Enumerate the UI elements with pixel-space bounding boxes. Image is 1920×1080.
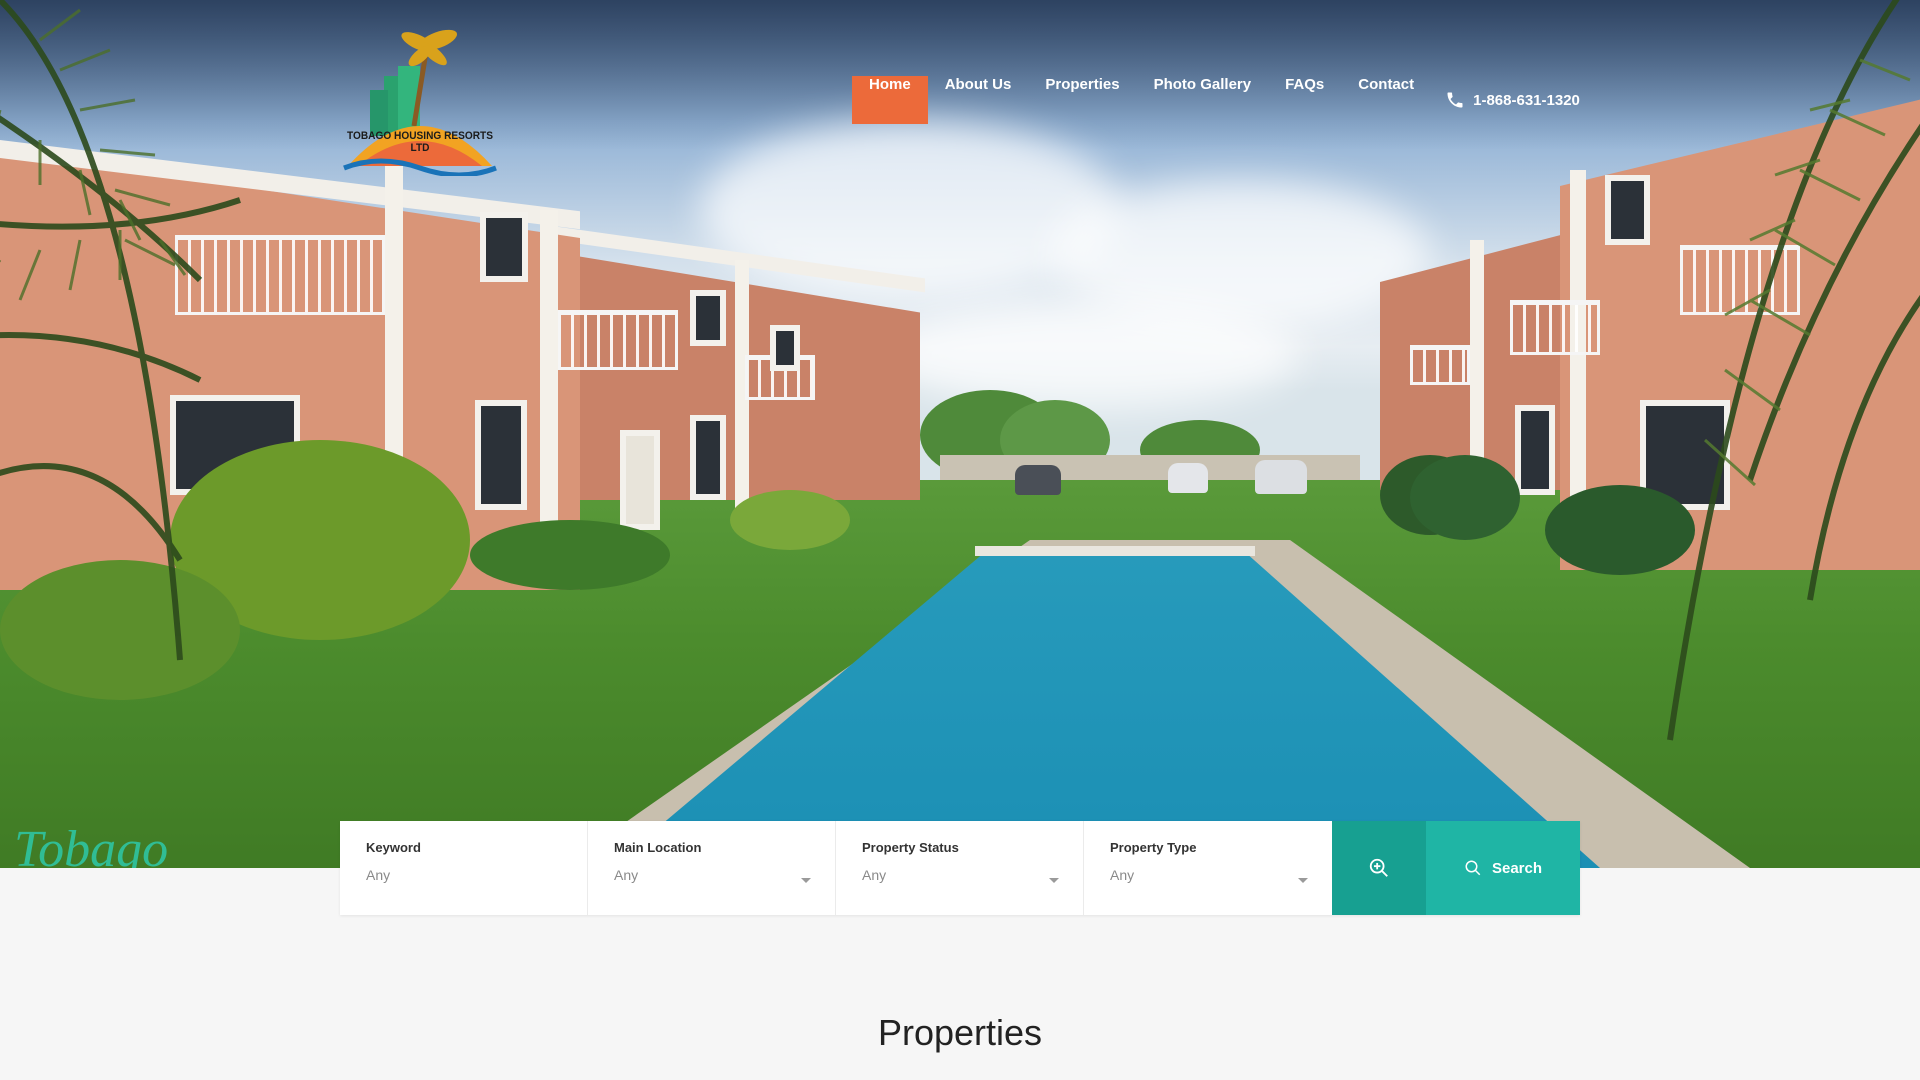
chevron-down-icon [801,878,811,883]
property-search-form: Keyword Main Location Any Property Statu… [340,821,1580,915]
main-location-label: Main Location [614,840,702,855]
section-title: Properties [877,1012,1043,1053]
door [620,430,660,530]
shrub [1410,455,1520,540]
property-status-label: Property Status [862,840,959,855]
window [1515,405,1555,495]
palm-fronds-left [0,0,241,661]
nav-item-photo-gallery[interactable]: Photo Gallery [1137,76,1269,124]
search-button[interactable]: Search [1426,821,1580,915]
nav-item-about-us[interactable]: About Us [928,76,1029,124]
property-status-select[interactable]: Property Status Any [836,821,1084,915]
parked-car [1255,460,1307,494]
logo-text: TOBAGO HOUSING RESORTS LTD [346,130,493,154]
phone-number: 1-868-631-1320 [1473,91,1580,109]
search-icon [1465,860,1481,876]
shrub [470,520,670,590]
window [480,212,528,282]
hero-banner: Tobago [0,0,1920,868]
cloud [880,300,1300,410]
balcony-railing [1510,300,1600,355]
column [1470,240,1484,490]
column [540,210,558,540]
phone-icon [1447,92,1463,108]
balcony-railing [558,310,678,370]
property-type-value: Any [1110,867,1135,883]
main-location-select[interactable]: Main Location Any [588,821,836,915]
main-location-value: Any [614,867,639,883]
nav-item-home[interactable]: Home [852,76,928,124]
chevron-down-icon [1049,878,1059,883]
keyword-input[interactable] [366,867,556,883]
main-nav: Home About Us Properties Photo Gallery F… [852,76,1580,124]
keyword-label: Keyword [366,840,421,855]
video-watermark-text: Tobago [14,821,169,868]
phone-link[interactable]: 1-868-631-1320 [1431,90,1580,110]
search-button-label: Search [1491,859,1543,877]
parked-car [1168,463,1208,493]
keyword-field[interactable]: Keyword [340,821,588,915]
palm-fronds-right [1667,0,1920,741]
window [770,325,800,371]
site-logo[interactable]: TOBAGO HOUSING RESORTS LTD [340,26,500,178]
property-type-select[interactable]: Property Type Any [1084,821,1332,915]
zoom-in-icon [1369,858,1388,877]
parked-car [1015,465,1061,495]
nav-item-properties[interactable]: Properties [1028,76,1136,124]
window [475,400,527,510]
window [690,290,726,346]
advanced-search-button[interactable] [1332,821,1426,915]
shrub [730,490,850,550]
window [690,415,726,500]
nav-item-contact[interactable]: Contact [1341,76,1431,124]
chevron-down-icon [1298,878,1308,883]
property-type-label: Property Type [1110,840,1197,855]
property-status-value: Any [862,867,887,883]
nav-item-faqs[interactable]: FAQs [1268,76,1341,124]
balcony-railing [1410,345,1470,385]
